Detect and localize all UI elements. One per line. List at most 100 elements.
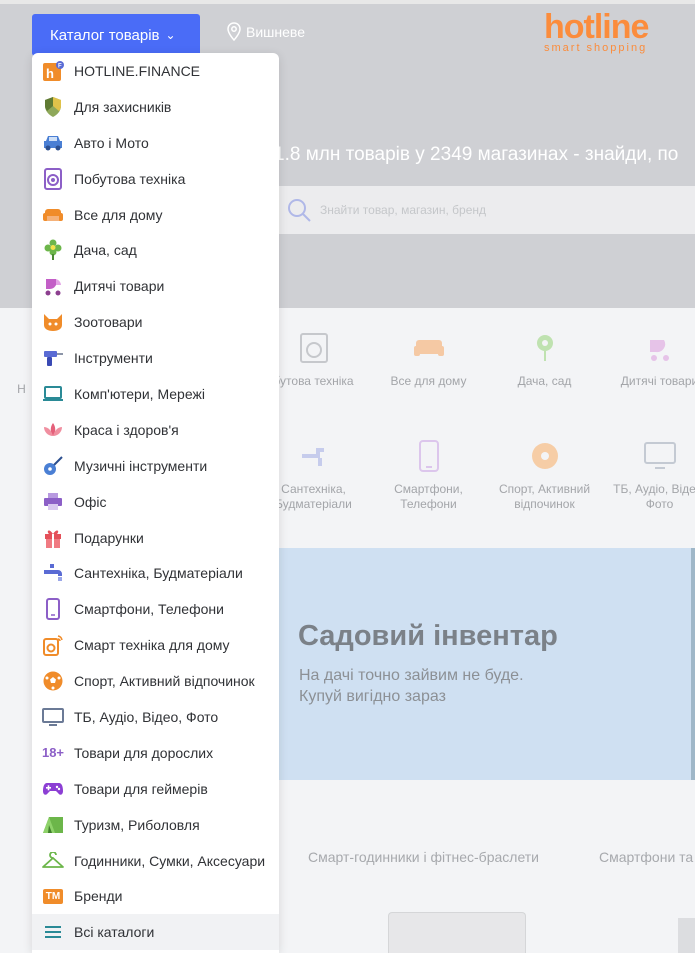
menu-item-label: Спорт, Активний відпочинок bbox=[74, 673, 255, 690]
menu-item-tourism[interactable]: Туризм, Риболовля bbox=[32, 807, 279, 843]
stroller-icon bbox=[649, 340, 669, 361]
laptop-icon bbox=[41, 382, 65, 406]
ball-icon bbox=[41, 669, 65, 693]
smartphone-icon bbox=[41, 597, 65, 621]
product-image[interactable] bbox=[678, 918, 695, 953]
hotline-logo[interactable]: hotline smart shopping bbox=[544, 10, 674, 54]
menu-item-label: Авто і Мото bbox=[74, 134, 149, 151]
tab-smartwatches[interactable]: Смарт-годинники і фітнес-браслети bbox=[308, 849, 539, 865]
menu-item-label: Дача, сад bbox=[74, 242, 137, 259]
category-tile[interactable]: Дача, сад bbox=[487, 332, 602, 389]
svg-text:h: h bbox=[46, 66, 54, 81]
location-label: Вишневе bbox=[246, 24, 305, 40]
flower-icon bbox=[41, 238, 65, 262]
menu-item-garden[interactable]: Дача, сад bbox=[32, 232, 279, 268]
search-box[interactable]: Знайти товар, магазин, бренд bbox=[276, 186, 695, 234]
menu-item-accessories[interactable]: Годинники, Сумки, Аксесуари bbox=[32, 843, 279, 879]
menu-item-sport[interactable]: Спорт, Активний відпочинок bbox=[32, 663, 279, 699]
lotus-icon bbox=[41, 418, 65, 442]
category-tile[interactable]: Смартфони, Телефони bbox=[371, 440, 486, 512]
menu-item-label: Сантехніка, Будматеріали bbox=[74, 565, 243, 582]
hanger-icon bbox=[41, 849, 65, 873]
menu-item-office[interactable]: Офіс bbox=[32, 484, 279, 520]
sofa-icon bbox=[41, 203, 65, 227]
menu-item-home[interactable]: Все для дому bbox=[32, 197, 279, 233]
category-label-line: Спорт, Активний bbox=[498, 482, 591, 496]
category-tile[interactable]: ТБ, Аудіо, Відео, Фото bbox=[602, 440, 695, 512]
category-label-line: Фото bbox=[645, 497, 674, 511]
menu-item-music[interactable]: Музичні інструменти bbox=[32, 448, 279, 484]
guitar-icon bbox=[41, 454, 65, 478]
menu-item-hotline-finance[interactable]: hF HOTLINE.FINANCE bbox=[32, 53, 279, 89]
list-icon bbox=[41, 920, 65, 944]
menu-item-label: Смарт техніка для дому bbox=[74, 637, 230, 654]
header-tagline: 1.8 млн товарів у 2349 магазинах - знайд… bbox=[274, 144, 679, 165]
menu-item-appliances[interactable]: Побутова техніка bbox=[32, 161, 279, 197]
category-tile[interactable]: Все для дому bbox=[371, 332, 486, 389]
category-label: Дача, сад bbox=[517, 374, 572, 388]
menu-item-gifts[interactable]: Подарунки bbox=[32, 520, 279, 556]
hotline-finance-icon: hF bbox=[41, 59, 65, 83]
menu-item-label: Подарунки bbox=[74, 529, 144, 546]
category-label: Дитячі товари bbox=[620, 374, 695, 388]
menu-item-beauty[interactable]: Краса і здоров'я bbox=[32, 412, 279, 448]
product-image[interactable] bbox=[388, 912, 526, 953]
category-label: Н bbox=[17, 382, 26, 396]
menu-item-kids[interactable]: Дитячі товари bbox=[32, 268, 279, 304]
menu-item-brands[interactable]: TM Бренди bbox=[32, 878, 279, 914]
menu-item-tv[interactable]: ТБ, Аудіо, Відео, Фото bbox=[32, 699, 279, 735]
menu-item-tools[interactable]: Інструменти bbox=[32, 340, 279, 376]
menu-item-label: Все для дому bbox=[74, 206, 163, 223]
search-input[interactable]: Знайти товар, магазин, бренд bbox=[320, 203, 486, 217]
menu-item-label: Офіс bbox=[74, 493, 107, 510]
menu-item-pets[interactable]: Зоотовари bbox=[32, 304, 279, 340]
brand-badge-text: TM bbox=[42, 888, 64, 904]
search-icon bbox=[288, 199, 311, 222]
smartphone-icon bbox=[418, 440, 439, 472]
promo-banner[interactable]: Садовий інвентар На дачі точно зайвим не… bbox=[274, 548, 695, 780]
category-tile[interactable]: Спорт, Активний відпочинок bbox=[487, 440, 602, 512]
menu-item-label: Бренди bbox=[74, 888, 123, 905]
adult-18-icon: 18+ bbox=[41, 741, 65, 765]
svg-text:F: F bbox=[58, 63, 62, 69]
menu-item-smartphones[interactable]: Смартфони, Телефони bbox=[32, 591, 279, 627]
logo-text: hotline bbox=[544, 8, 649, 46]
menu-item-label: Для захисників bbox=[74, 98, 172, 115]
category-label: бутова техніка bbox=[273, 374, 354, 388]
menu-item-computers[interactable]: Комп'ютери, Мережі bbox=[32, 376, 279, 412]
menu-item-label: Зоотовари bbox=[74, 314, 143, 331]
shield-icon bbox=[41, 95, 65, 119]
menu-item-all-catalogs[interactable]: Всі каталоги bbox=[32, 914, 279, 951]
menu-item-smart-home[interactable]: Смарт техніка для дому bbox=[32, 627, 279, 663]
menu-item-label: Смартфони, Телефони bbox=[74, 601, 224, 618]
menu-item-label: Товари для дорослих bbox=[74, 744, 214, 761]
menu-item-adult[interactable]: 18+ Товари для дорослих bbox=[32, 735, 279, 771]
trademark-icon: TM bbox=[41, 884, 65, 908]
menu-item-plumbing[interactable]: Сантехніка, Будматеріали bbox=[32, 555, 279, 591]
category-tile[interactable]: Дитячі товари bbox=[602, 332, 695, 389]
menu-item-defenders[interactable]: Для захисників bbox=[32, 89, 279, 125]
banner-line: Купуй вигідно зараз bbox=[299, 688, 446, 705]
tv-icon bbox=[643, 442, 676, 469]
tent-icon bbox=[41, 813, 65, 837]
washing-machine-icon bbox=[299, 333, 328, 363]
category-label-line: Телефони bbox=[400, 497, 457, 511]
category-label: Все для дому bbox=[390, 374, 467, 388]
drill-icon bbox=[41, 346, 65, 370]
menu-item-label: Годинники, Сумки, Аксесуари bbox=[74, 852, 266, 869]
menu-item-auto-moto[interactable]: Авто і Мото bbox=[32, 125, 279, 161]
gamepad-icon bbox=[41, 777, 65, 801]
menu-item-label: Комп'ютери, Мережі bbox=[74, 385, 205, 402]
tab-smartphones[interactable]: Смартфони та bbox=[599, 849, 693, 865]
catalog-dropdown-menu: hF HOTLINE.FINANCE Для захисників Авто і… bbox=[32, 53, 279, 953]
catalog-button-label: Каталог товарів bbox=[50, 26, 160, 44]
menu-item-gamers[interactable]: Товари для геймерів bbox=[32, 771, 279, 807]
menu-item-label: Всі каталоги bbox=[74, 924, 155, 941]
catalog-button[interactable]: Каталог товарів ⌄ bbox=[32, 14, 200, 56]
location-selector[interactable]: Вишневе bbox=[226, 22, 305, 42]
flower-icon bbox=[536, 335, 553, 361]
menu-item-label: Дитячі товари bbox=[74, 278, 165, 295]
logo-subtext: smart shopping bbox=[544, 42, 648, 54]
washing-machine-icon bbox=[41, 167, 65, 191]
menu-item-label: HOTLINE.FINANCE bbox=[74, 62, 201, 79]
